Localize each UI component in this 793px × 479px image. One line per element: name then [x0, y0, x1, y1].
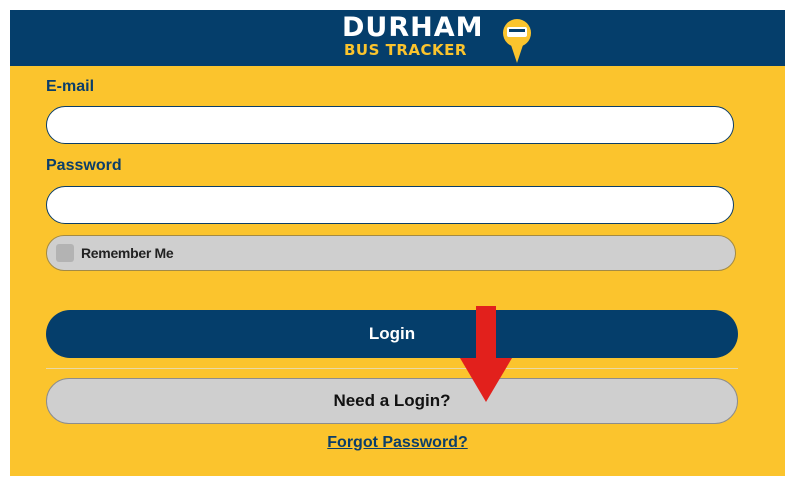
password-label: Password [46, 157, 122, 174]
login-button[interactable]: Login [46, 310, 738, 358]
logo-text-durham: DURHAM [342, 12, 484, 43]
remember-me-row[interactable]: Remember Me [46, 235, 736, 271]
remember-me-checkbox[interactable] [56, 244, 74, 262]
email-label: E-mail [46, 78, 95, 95]
durham-bus-tracker-logo: DURHAM BUS TRACKER [342, 13, 542, 65]
need-a-login-button[interactable]: Need a Login? [46, 378, 738, 424]
app-header: DURHAM BUS TRACKER [10, 10, 785, 66]
remember-me-label: Remember Me [81, 245, 174, 261]
red-down-arrow-icon [460, 306, 512, 402]
password-field[interactable] [46, 186, 734, 224]
divider [46, 368, 738, 369]
forgot-password-link[interactable]: Forgot Password? [10, 434, 785, 452]
login-panel: DURHAM BUS TRACKER E-mail Password Remem… [10, 10, 785, 476]
logo-text-bus-tracker: BUS TRACKER [344, 41, 467, 59]
bus-pin-icon [503, 19, 531, 63]
email-field[interactable] [46, 106, 734, 144]
